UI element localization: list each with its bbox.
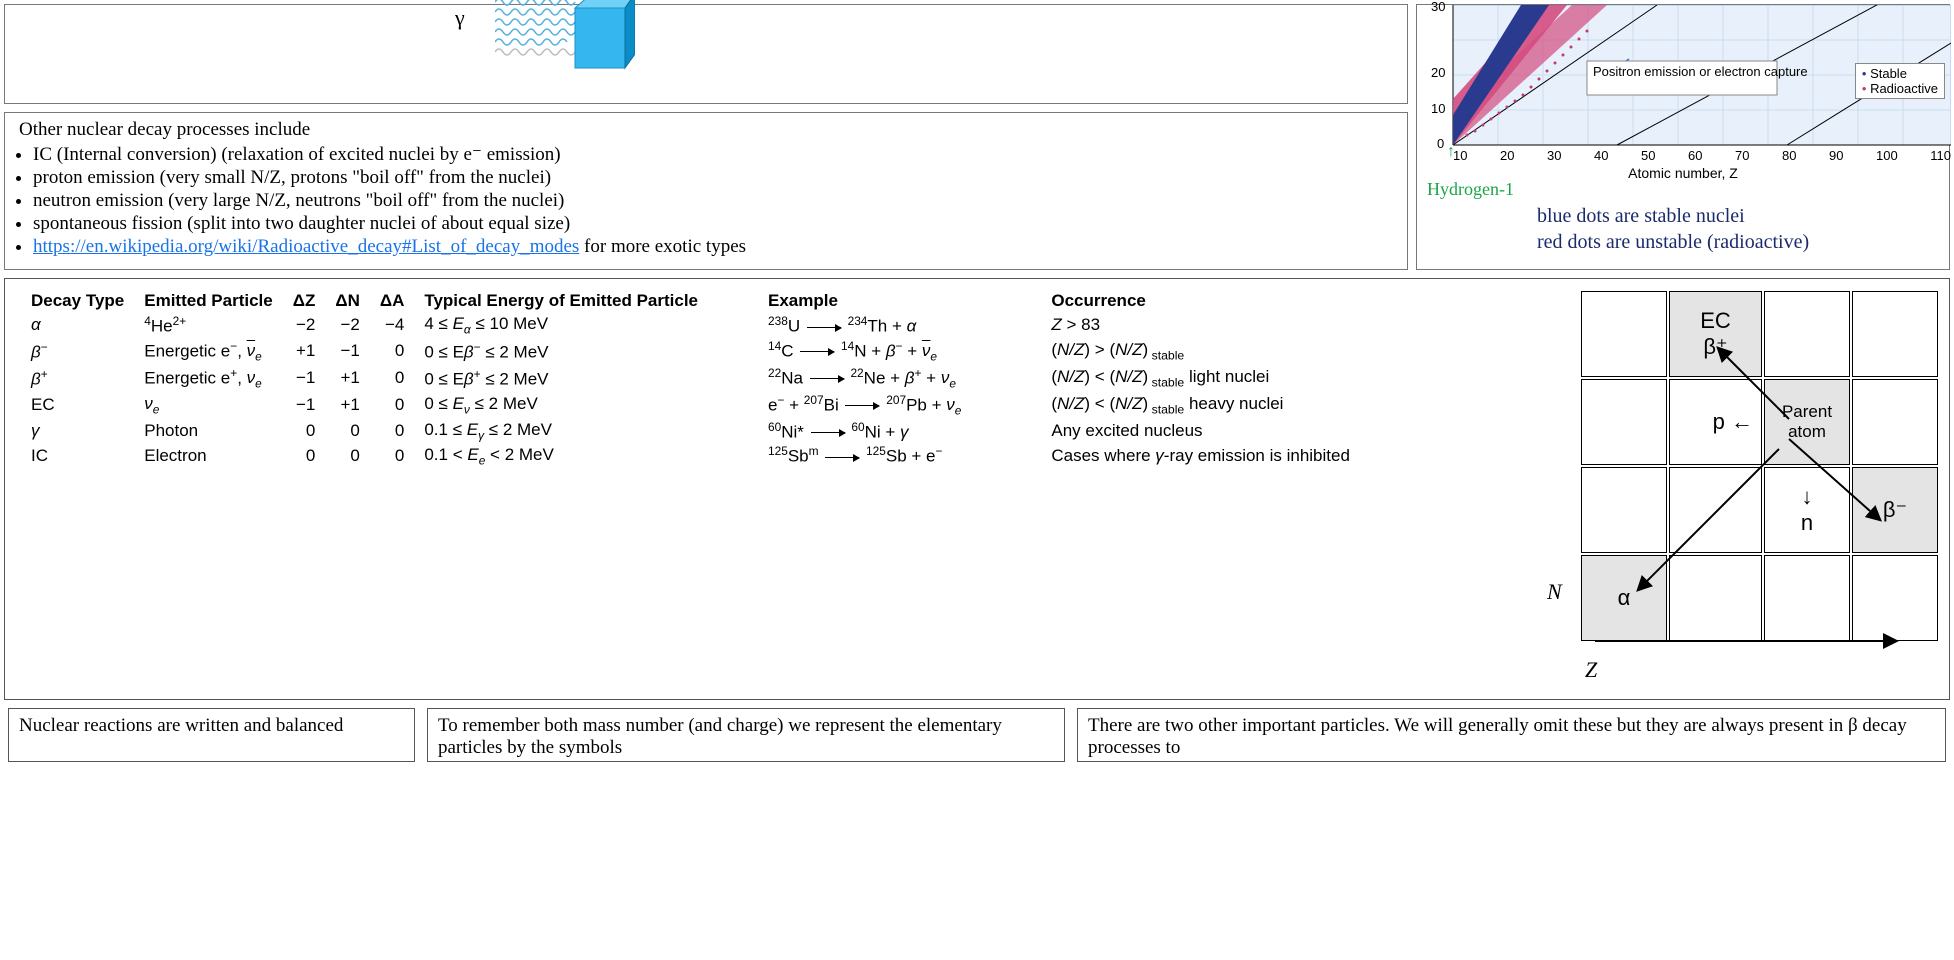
xtick: 30 — [1547, 148, 1561, 163]
xtick: 50 — [1641, 148, 1655, 163]
decay-direction-grid: ECβ⁺ p ←Parent atom ↓nβ⁻ α N Z — [1539, 279, 1949, 699]
hydrogen-annotation: Hydrogen-1 — [1427, 179, 1514, 200]
xtick: 10 — [1453, 148, 1467, 163]
col-occurrence: Occurrence — [971, 289, 1360, 313]
col-dZ: ΔZ — [283, 289, 326, 313]
table-row: γPhoton0000.1 ≤ Eγ ≤ 2 MeV60Ni* 60Ni + γ… — [21, 419, 1360, 444]
table-row: ICElectron0000.1 < Ee < 2 MeV125Sbm 125S… — [21, 443, 1360, 468]
xtick: 100 — [1876, 148, 1898, 163]
wikipedia-decay-modes-link[interactable]: https://en.wikipedia.org/wiki/Radioactiv… — [33, 236, 579, 257]
gamma-label: γ — [455, 5, 465, 31]
cell-parent: Parent atom — [1764, 379, 1850, 465]
table-row: α4He2+−2−2−44 ≤ Eα ≤ 10 MeV238U 234Th + … — [21, 313, 1360, 338]
ytick: 30 — [1431, 0, 1445, 14]
axis-Z: Z — [1585, 657, 1597, 683]
decay-table-section: Decay Type Emitted Particle ΔZ ΔN ΔA Typ… — [4, 278, 1950, 700]
other-item: proton emission (very small N/Z, protons… — [33, 167, 1393, 189]
bottom-box-2: To remember both mass number (and charge… — [427, 708, 1065, 762]
cell-n: n — [1801, 510, 1813, 535]
ytick: 20 — [1431, 65, 1445, 80]
other-item: neutron emission (very large N/Z, neutro… — [33, 190, 1393, 212]
xtick: 60 — [1688, 148, 1702, 163]
xtick: 90 — [1829, 148, 1843, 163]
cell-p: p — [1713, 409, 1725, 434]
nuclide-legend: • Stable • Radioactive — [1855, 63, 1945, 99]
xtick: 80 — [1782, 148, 1796, 163]
table-row: β+Energetic e+, νe−1+100 ≤ Eβ+ ≤ 2 MeV22… — [21, 365, 1360, 392]
cell-EC: EC — [1700, 308, 1731, 333]
col-emitted: Emitted Particle — [134, 289, 283, 313]
other-item: https://en.wikipedia.org/wiki/Radioactiv… — [33, 236, 1393, 258]
gamma-cube-illustration — [495, 0, 635, 90]
xtick: 110 — [1930, 148, 1951, 163]
col-decay-type: Decay Type — [21, 289, 134, 313]
cell-alpha: α — [1581, 555, 1667, 641]
xtick: 20 — [1500, 148, 1514, 163]
ytick: 0 — [1437, 136, 1444, 151]
table-row: β−Energetic e−, νe+1−100 ≤ Eβ− ≤ 2 MeV14… — [21, 338, 1360, 365]
decay-type-table: Decay Type Emitted Particle ΔZ ΔN ΔA Typ… — [21, 289, 1360, 468]
cell-beta-minus: β⁻ — [1852, 467, 1938, 553]
xtick: 40 — [1594, 148, 1608, 163]
col-energy: Typical Energy of Emitted Particle — [414, 289, 708, 313]
handwritten-note-blue: blue dots are stable nuclei — [1537, 205, 1745, 228]
xtick: 70 — [1735, 148, 1749, 163]
chart-of-nuclides-partial: 30 20 10 0 ↑ 10 20 30 40 50 60 70 80 90 … — [1416, 4, 1950, 270]
table-row: ECνe−1+100 ≤ Eν ≤ 2 MeVe− + 207Bi 207Pb … — [21, 392, 1360, 419]
axis-N: N — [1547, 579, 1562, 605]
col-dN: ΔN — [325, 289, 370, 313]
col-example: Example — [708, 289, 971, 313]
positron-callout: Positron emission or electron capture — [1593, 65, 1808, 80]
gamma-emission-diagram: γ — [4, 4, 1408, 104]
bottom-text-row: Nuclear reactions are written and balanc… — [4, 704, 1950, 766]
bottom-box-1: Nuclear reactions are written and balanc… — [8, 708, 415, 762]
other-item: spontaneous fission (split into two daug… — [33, 213, 1393, 235]
handwritten-note-red: red dots are unstable (radioactive) — [1537, 231, 1809, 254]
other-item: IC (Internal conversion) (relaxation of … — [33, 143, 1393, 166]
other-decay-processes: Other nuclear decay processes include IC… — [4, 112, 1408, 270]
ytick: 10 — [1431, 101, 1445, 116]
other-intro: Other nuclear decay processes include — [19, 119, 310, 140]
col-dA: ΔA — [370, 289, 415, 313]
bottom-box-3: There are two other important particles.… — [1077, 708, 1946, 762]
